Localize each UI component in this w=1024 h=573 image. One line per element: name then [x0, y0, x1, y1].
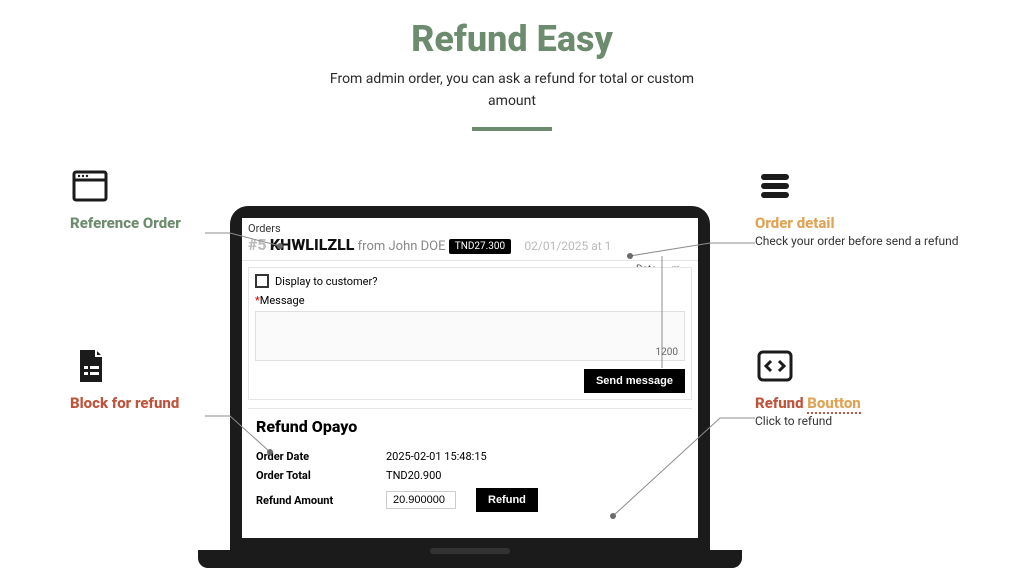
display-to-customer-label: Display to customer?	[275, 275, 377, 288]
callout-refund-button-title-a: Refund	[755, 394, 807, 412]
display-to-customer-checkbox[interactable]	[255, 274, 269, 288]
order-total-label: Order Total	[256, 469, 366, 482]
callout-refund-button-title: Refund Boutton	[755, 394, 965, 412]
callout-reference-order-title: Reference Order	[70, 214, 280, 232]
order-datetime: 02/01/2025 at 1	[524, 239, 611, 253]
order-date-value: 2025-02-01 15:48:15	[386, 450, 487, 463]
refund-block-title: Refund Opayo	[256, 417, 684, 436]
hero-subtitle: From admin order, you can ask a refund f…	[0, 68, 1024, 113]
message-block: Display to customer? *Message 1200 Send …	[248, 267, 692, 400]
callout-order-detail-body: Check your order before send a refund	[755, 234, 965, 248]
hero-divider	[472, 127, 552, 131]
callout-refund-button-title-b: Boutton	[807, 394, 860, 414]
window-icon	[70, 166, 110, 206]
refund-amount-label: Refund Amount	[256, 494, 366, 507]
orders-label: Orders	[242, 218, 698, 235]
callout-block-for-refund-title: Block for refund	[70, 394, 280, 412]
order-date-label: Order Date	[256, 450, 366, 463]
order-from: from John DOE	[358, 239, 446, 254]
order-total-value: TND20.900	[386, 469, 441, 482]
order-hash: #5	[248, 235, 267, 254]
refund-amount-input[interactable]	[386, 491, 456, 509]
order-total-badge: TND27.300	[449, 239, 511, 254]
order-header: #5 KHWLILZLL from John DOE TND27.300 02/…	[242, 235, 698, 261]
document-icon	[70, 346, 110, 386]
laptop-base	[198, 550, 742, 568]
message-label: Message	[260, 294, 305, 307]
send-message-button[interactable]: Send message	[584, 369, 685, 393]
refund-button[interactable]: Refund	[476, 488, 538, 512]
message-char-count: 1200	[656, 347, 678, 358]
order-reference: KHWLILZLL	[270, 235, 355, 254]
callout-order-detail-title: Order detail	[755, 214, 965, 232]
code-icon	[755, 346, 795, 386]
laptop-bezel: Orders #5 KHWLILZLL from John DOE TND27.…	[230, 206, 710, 550]
refund-block: Refund Opayo Order Date 2025-02-01 15:48…	[248, 408, 692, 528]
message-textarea[interactable]: 1200	[255, 311, 685, 361]
hero-subtitle-line2: amount	[488, 93, 536, 109]
hero-title: Refund Easy	[0, 18, 1024, 60]
laptop-notch	[430, 548, 510, 554]
list-icon	[755, 166, 795, 206]
callout-refund-button: Refund Boutton Click to refund	[755, 346, 965, 428]
callout-reference-order: Reference Order	[70, 166, 280, 234]
laptop-mockup: Orders #5 KHWLILZLL from John DOE TND27.…	[230, 206, 710, 568]
hero-subtitle-line1: From admin order, you can ask a refund f…	[330, 71, 694, 87]
callout-block-for-refund: Block for refund	[70, 346, 280, 414]
callout-refund-button-body: Click to refund	[755, 414, 965, 428]
laptop-screen: Orders #5 KHWLILZLL from John DOE TND27.…	[242, 218, 698, 538]
callout-order-detail: Order detail Check your order before sen…	[755, 166, 965, 248]
